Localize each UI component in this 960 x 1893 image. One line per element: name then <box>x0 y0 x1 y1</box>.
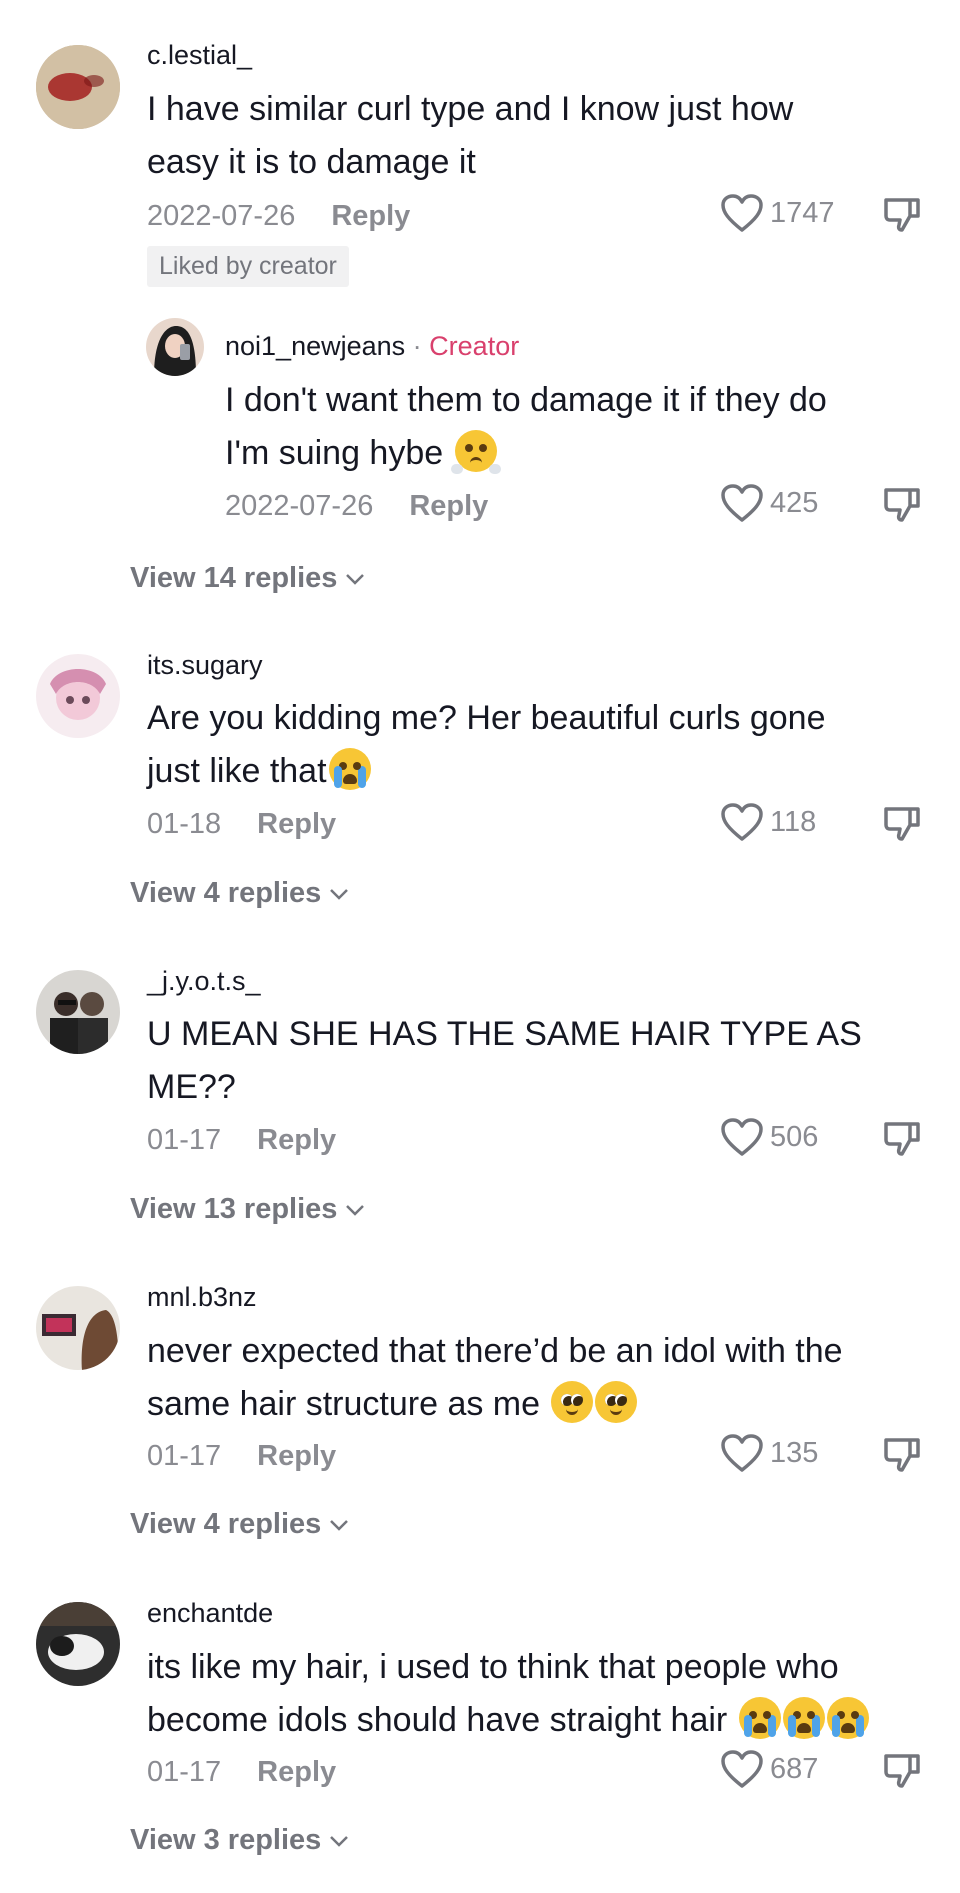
chevron-down-icon <box>330 888 349 900</box>
like-button[interactable]: 687 <box>720 1749 818 1789</box>
avatar[interactable] <box>146 318 204 376</box>
comment-text-line: easy it is to damage it <box>147 143 476 181</box>
comment-text-line: just like that <box>147 745 937 798</box>
view-replies-button[interactable]: View 4 replies <box>130 1508 349 1541</box>
comment-text-line: its like my hair, i used to think that p… <box>147 1648 839 1686</box>
reply-button[interactable]: Reply <box>257 1440 336 1472</box>
dislike-icon[interactable] <box>882 1750 922 1790</box>
chevron-down-icon <box>346 1204 365 1216</box>
like-count: 118 <box>770 805 817 838</box>
heart-icon <box>721 484 763 522</box>
comment-text-line: Are you kidding me? Her beautiful curls … <box>147 699 826 737</box>
comment-meta: 01-17 Reply <box>147 1756 336 1789</box>
reply-username-text[interactable]: noi1_newjeans <box>225 331 405 361</box>
reply-button[interactable]: Reply <box>409 490 488 522</box>
avatar[interactable] <box>36 970 120 1054</box>
crying-face-emoji <box>826 1697 869 1739</box>
pleading-face-emoji <box>551 1381 594 1423</box>
view-replies-button[interactable]: View 3 replies <box>130 1824 349 1857</box>
dislike-icon[interactable] <box>882 1434 922 1474</box>
reply-button[interactable]: Reply <box>257 1756 336 1788</box>
heart-icon <box>721 194 763 232</box>
comment-text: never expected that there’d be an idol w… <box>147 1325 947 1431</box>
comment-username[interactable]: enchantde <box>147 1598 273 1629</box>
reply-date: 2022-07-26 <box>225 490 374 522</box>
like-button[interactable]: 135 <box>720 1433 818 1473</box>
comment-date: 2022-07-26 <box>147 200 296 232</box>
like-button[interactable]: 425 <box>720 483 818 523</box>
comment-text-line: never expected that there’d be an idol w… <box>147 1332 843 1370</box>
crying-face-emoji <box>738 1697 781 1739</box>
view-replies-button[interactable]: View 13 replies <box>130 1193 365 1226</box>
chevron-down-icon <box>330 1835 349 1847</box>
like-button[interactable]: 506 <box>720 1117 818 1157</box>
comment-text: U MEAN SHE HAS THE SAME HAIR TYPE AS ME?… <box>147 1008 937 1114</box>
reply-text-line: I don't want them to damage it if they d… <box>225 381 827 419</box>
comment-text-line: I have similar curl type and I know just… <box>147 90 794 128</box>
liked-by-creator-badge: Liked by creator <box>147 246 349 287</box>
comment-date: 01-17 <box>147 1124 222 1156</box>
comment-text-line: same hair structure as me <box>147 1378 947 1431</box>
comment-meta: 01-17 Reply <box>147 1124 336 1157</box>
comment-text-line: ME?? <box>147 1068 236 1106</box>
comment-username[interactable]: c.lestial_ <box>147 40 252 71</box>
comment-text-line: become idols should have straight hair <box>147 1694 957 1747</box>
dislike-icon[interactable] <box>882 194 922 234</box>
like-count: 687 <box>770 1752 819 1785</box>
like-button[interactable]: 118 <box>720 802 816 842</box>
comment-date: 01-18 <box>147 808 222 840</box>
reply-button[interactable]: Reply <box>331 200 410 232</box>
view-replies-button[interactable]: View 14 replies <box>130 562 365 595</box>
reply-button[interactable]: Reply <box>257 1124 336 1156</box>
comment-meta: 2022-07-26 Reply <box>147 200 410 233</box>
view-replies-button[interactable]: View 4 replies <box>130 877 349 910</box>
chevron-down-icon <box>346 573 365 585</box>
comment-date: 01-17 <box>147 1440 222 1472</box>
reply-meta: 2022-07-26 Reply <box>225 490 488 523</box>
comment-date: 01-17 <box>147 1756 222 1788</box>
reply-username[interactable]: noi1_newjeans · Creator <box>225 331 519 362</box>
crying-face-emoji <box>328 748 371 790</box>
avatar[interactable] <box>36 1602 120 1686</box>
separator: · <box>412 331 422 361</box>
pleading-face-emoji <box>595 1381 638 1423</box>
comment-username[interactable]: _j.y.o.t.s_ <box>147 966 261 997</box>
comment-meta: 01-18 Reply <box>147 808 336 841</box>
dislike-icon[interactable] <box>882 803 922 843</box>
comment-meta: 01-17 Reply <box>147 1440 336 1473</box>
like-count: 506 <box>770 1120 819 1153</box>
heart-icon <box>721 1118 763 1156</box>
heart-icon <box>721 803 763 841</box>
comment-username[interactable]: its.sugary <box>147 650 263 681</box>
comment-text: its like my hair, i used to think that p… <box>147 1641 957 1747</box>
like-count: 135 <box>770 1436 819 1469</box>
avatar[interactable] <box>36 1286 120 1370</box>
heart-icon <box>721 1434 763 1472</box>
steam-face-emoji <box>450 430 501 474</box>
reply-text: I don't want them to damage it if they d… <box>225 374 925 480</box>
like-count: 425 <box>770 486 819 519</box>
reply-text-line: I'm suing hybe <box>225 427 925 480</box>
dislike-icon[interactable] <box>882 484 922 524</box>
comment-text: I have similar curl type and I know just… <box>147 83 937 189</box>
reply-button[interactable]: Reply <box>257 808 336 840</box>
creator-tag: Creator <box>429 331 520 361</box>
chevron-down-icon <box>330 1519 349 1531</box>
crying-face-emoji <box>782 1697 825 1739</box>
like-count: 1747 <box>770 196 835 229</box>
like-button[interactable]: 1747 <box>720 193 835 233</box>
comment-text-line: U MEAN SHE HAS THE SAME HAIR TYPE AS <box>147 1015 862 1053</box>
comment-text: Are you kidding me? Her beautiful curls … <box>147 692 937 798</box>
comment-username[interactable]: mnl.b3nz <box>147 1282 257 1313</box>
avatar[interactable] <box>36 45 120 129</box>
heart-icon <box>721 1750 763 1788</box>
dislike-icon[interactable] <box>882 1118 922 1158</box>
avatar[interactable] <box>36 654 120 738</box>
